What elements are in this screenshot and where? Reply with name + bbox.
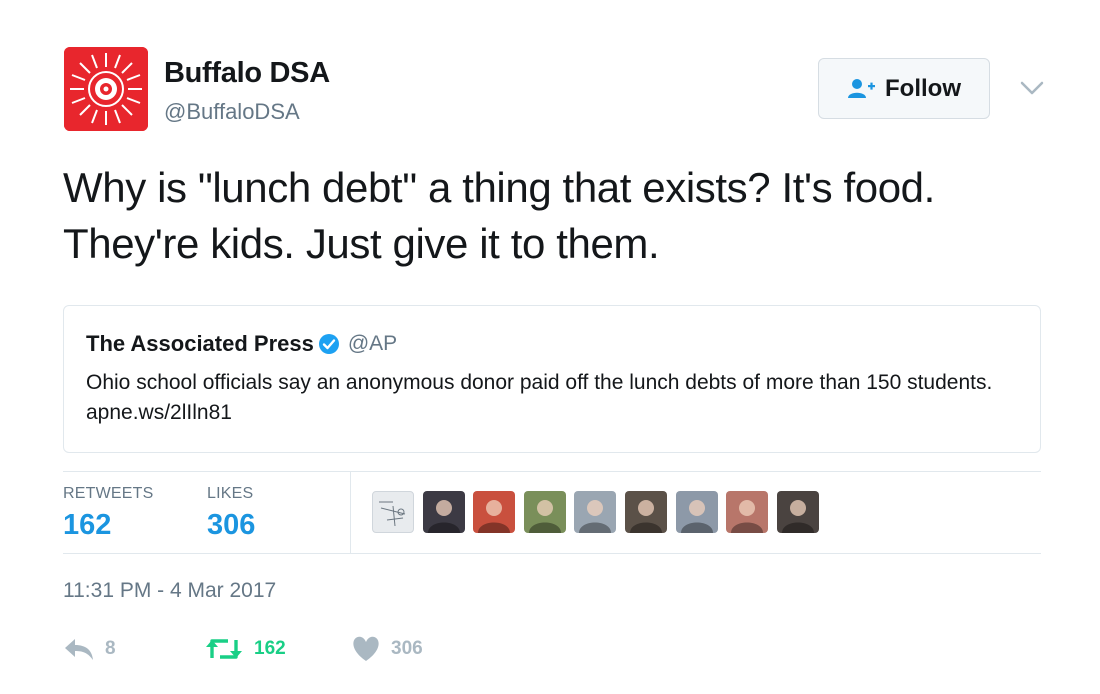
quoted-author-name: The Associated Press <box>86 331 314 356</box>
display-name[interactable]: Buffalo DSA <box>164 57 330 90</box>
liker-avatar-4[interactable] <box>523 491 566 533</box>
retweets-stat[interactable]: RETWEETS 162 <box>63 485 154 542</box>
add-user-icon <box>848 78 875 98</box>
liker-avatar-2[interactable] <box>422 491 465 533</box>
heart-icon <box>353 636 379 661</box>
chevron-down-icon[interactable] <box>1018 78 1046 98</box>
liker-avatar-7[interactable] <box>675 491 718 533</box>
retweet-count: 162 <box>254 638 286 659</box>
stats-vertical-divider <box>350 472 351 553</box>
liker-avatar-6[interactable] <box>625 491 667 533</box>
follow-button[interactable]: Follow <box>818 58 990 119</box>
quoted-author-handle: @AP <box>347 332 398 355</box>
quoted-tweet-header: The Associated Press @AP <box>86 331 397 357</box>
dsa-rose-logo-icon <box>64 47 148 131</box>
liker-avatar-1[interactable] <box>372 491 414 533</box>
liker-avatar-8[interactable] <box>726 491 769 533</box>
like-count: 306 <box>391 638 423 659</box>
tweet-text: Why is "lunch debt" a thing that exists?… <box>63 164 935 267</box>
likes-count: 306 <box>207 509 256 541</box>
verified-badge-icon <box>318 334 339 354</box>
retweets-count: 162 <box>63 509 112 541</box>
liker-avatar-3[interactable] <box>473 491 516 533</box>
stats-divider-top <box>63 471 1041 472</box>
reply-action[interactable]: 8 <box>63 636 116 662</box>
avatar[interactable] <box>64 47 148 131</box>
follow-label: Follow <box>885 74 961 102</box>
quoted-tweet-text: Ohio school officials say an anonymous d… <box>86 371 993 424</box>
liker-avatar-9[interactable] <box>776 491 819 533</box>
like-action[interactable]: 306 <box>351 636 423 662</box>
tweet-timestamp[interactable]: 11:31 PM - 4 Mar 2017 <box>63 579 276 603</box>
retweets-label: RETWEETS <box>63 485 154 502</box>
retweet-icon <box>206 639 242 659</box>
user-handle[interactable]: @BuffaloDSA <box>164 99 300 125</box>
retweet-action[interactable]: 162 <box>204 636 286 662</box>
likes-stat[interactable]: LIKES 306 <box>207 485 255 542</box>
quoted-tweet-card[interactable]: The Associated Press @AP Ohio school off… <box>63 305 1041 453</box>
stats-divider-bottom <box>63 553 1041 554</box>
reply-count: 8 <box>105 638 116 659</box>
liker-avatar-5[interactable] <box>574 491 617 533</box>
reply-icon <box>65 639 93 660</box>
likes-label: LIKES <box>207 485 254 502</box>
